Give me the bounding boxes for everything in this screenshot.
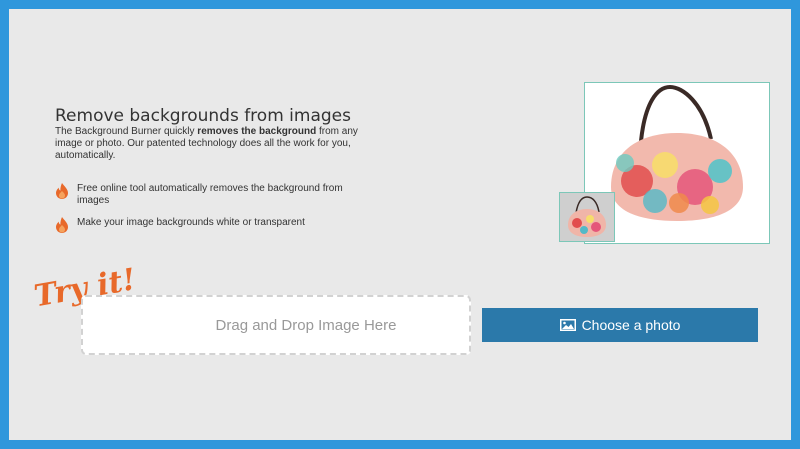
page-title: Remove backgrounds from images (55, 106, 351, 127)
flame-icon (56, 217, 68, 233)
image-icon (559, 319, 576, 331)
feature-item: Free online tool automatically removes t… (55, 183, 365, 207)
intro-text: The Background Burner quickly removes th… (55, 126, 375, 162)
page-frame: Remove backgrounds from images The Backg… (9, 9, 791, 440)
drag-drop-label: Drag and Drop Image Here (215, 316, 397, 334)
intro-text-bold: removes the background (197, 126, 317, 137)
example-photo-original (559, 192, 615, 242)
drag-drop-zone[interactable]: Drag and Drop Image Here (81, 295, 471, 355)
handbag-thumbnail (560, 193, 614, 241)
intro-text-start: The Background Burner quickly (55, 126, 198, 137)
feature-text: Free online tool automatically removes t… (77, 183, 343, 206)
feature-item: Make your image backgrounds white or tra… (55, 217, 365, 233)
feature-text: Make your image backgrounds white or tra… (77, 217, 305, 228)
flame-icon (56, 183, 68, 199)
choose-photo-button[interactable]: Choose a photo (482, 308, 758, 342)
choose-photo-label: Choose a photo (581, 317, 681, 333)
